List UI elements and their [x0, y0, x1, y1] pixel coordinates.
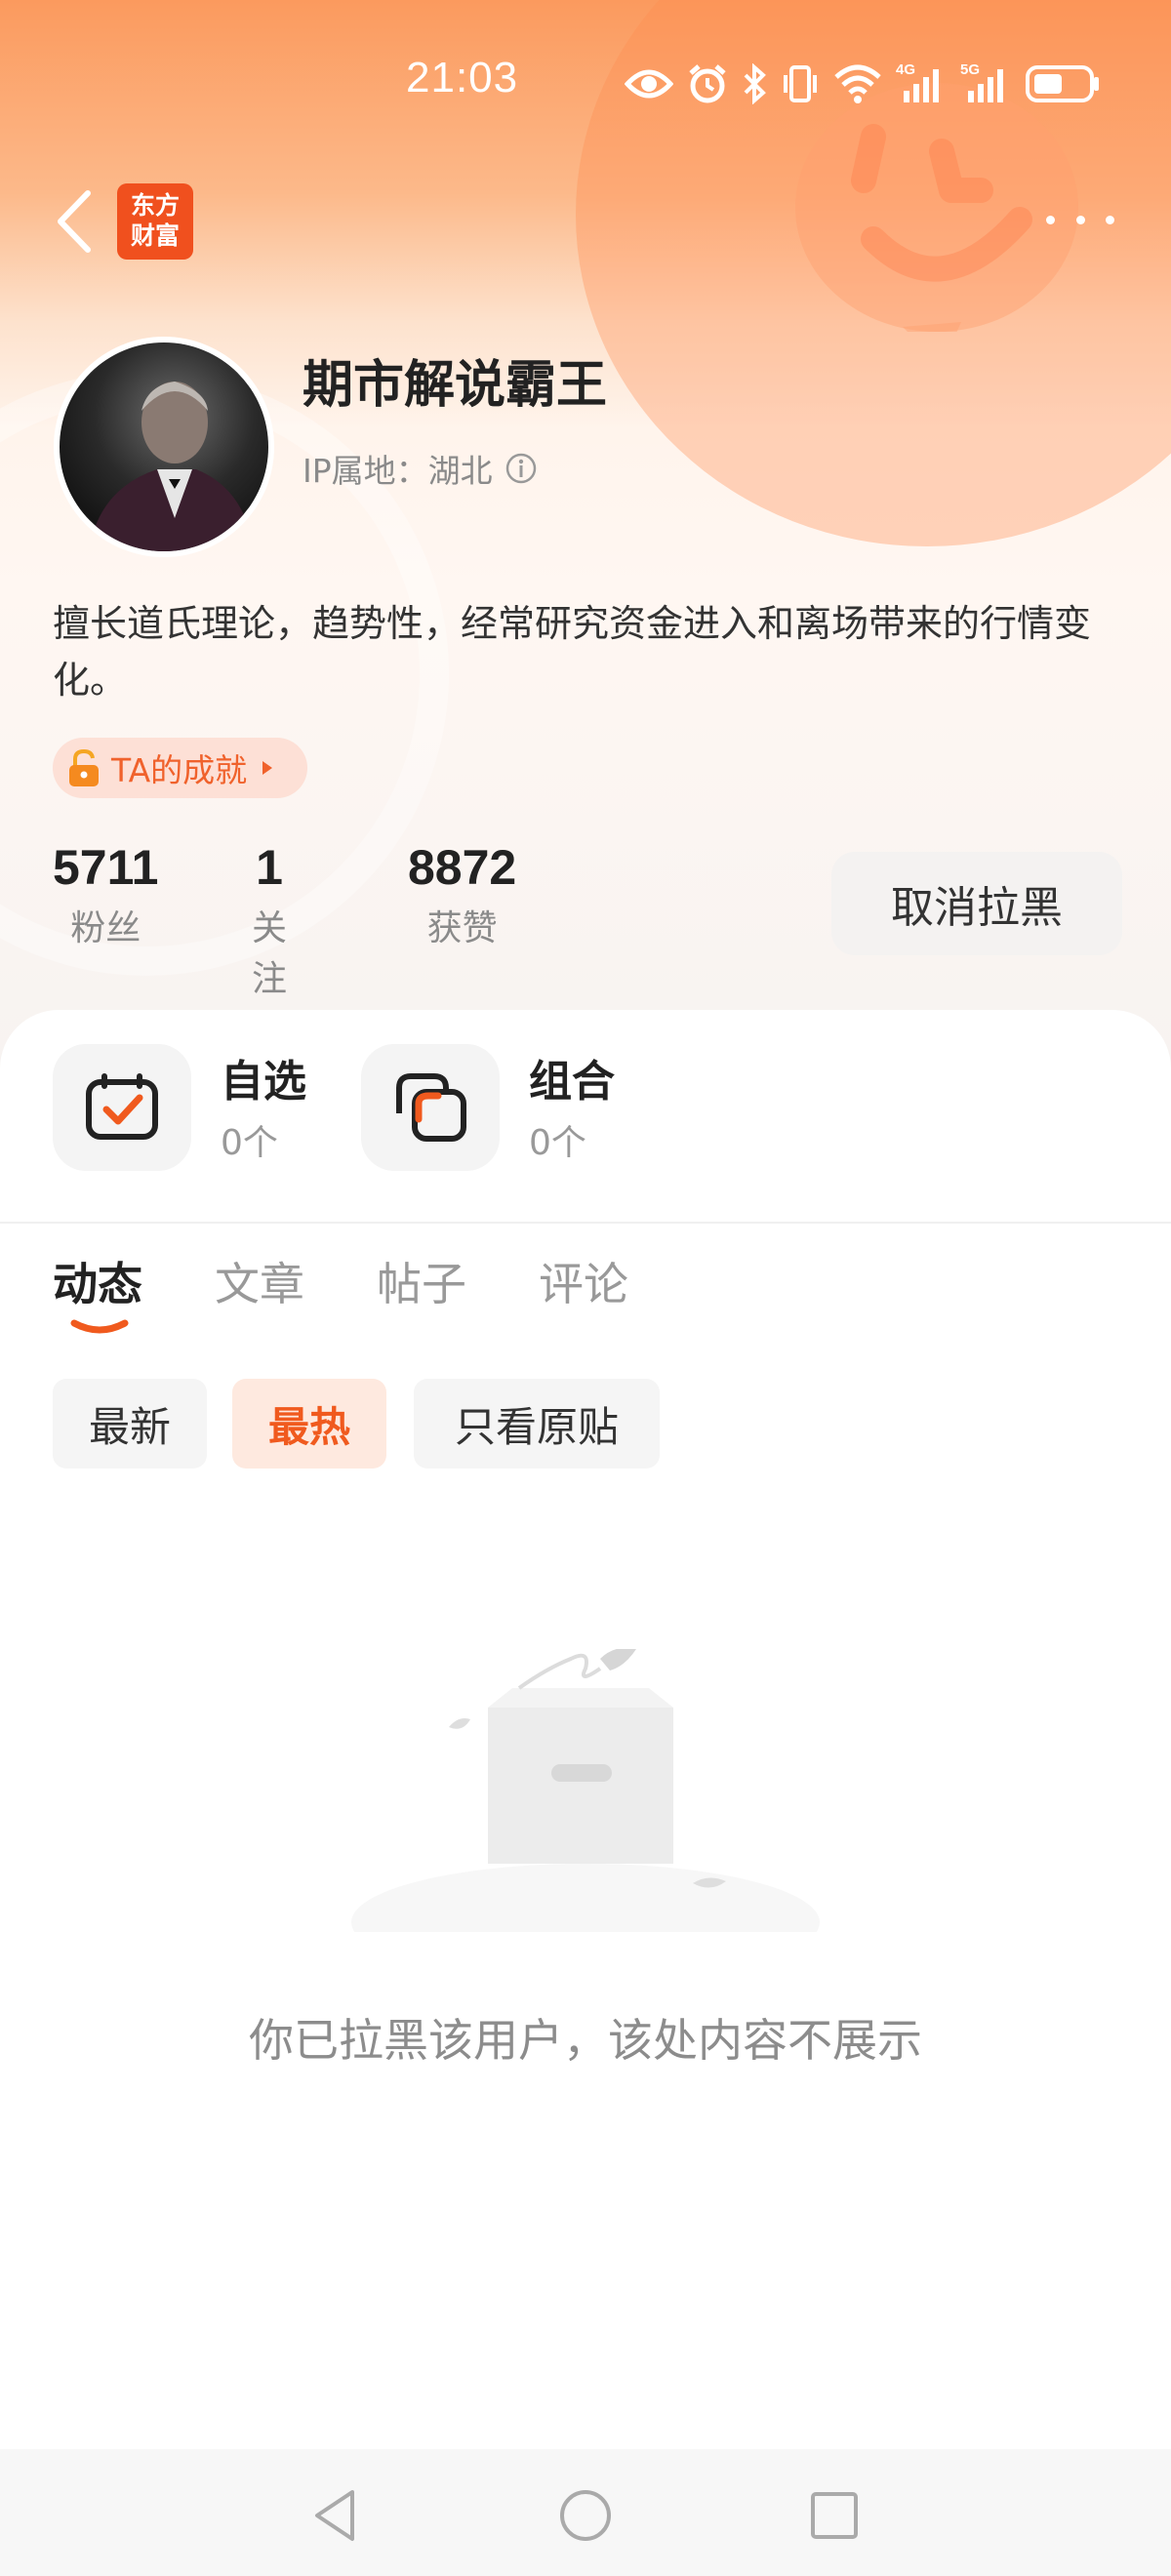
portfolio-icon — [361, 1044, 500, 1171]
triangle-right-icon — [262, 761, 273, 775]
stat-label: 粉丝 — [70, 908, 141, 948]
stat-likes[interactable]: 8872 获赞 — [408, 839, 516, 950]
net-5g-label: 5G — [960, 61, 981, 78]
battery-icon — [1026, 65, 1099, 102]
logo-text-line2: 财富 — [130, 221, 180, 250]
portfolio-title: 组合 — [529, 1057, 615, 1107]
app-logo: 东方 财富 — [117, 183, 193, 260]
status-icons: 4G 5G — [625, 60, 1103, 108]
logo-text-line1: 东方 — [130, 191, 180, 220]
unblock-button[interactable]: 取消拉黑 — [831, 852, 1122, 955]
filter-hottest[interactable]: 最热 — [232, 1379, 386, 1469]
watchlist-entry[interactable]: 自选 0个 — [53, 1044, 345, 1181]
stat-value: 5711 — [53, 840, 159, 895]
empty-state-message: 你已拉黑该用户，该处内容不展示 — [249, 2014, 922, 2067]
user-bio: 擅长道氏理论，趋势性，经常研究资金进入和离场带来的行情变化。 — [53, 602, 1092, 702]
4g-signal-icon: 4G — [896, 61, 947, 104]
empty-box-icon — [351, 1649, 820, 1932]
stat-followers[interactable]: 5711 粉丝 — [53, 839, 158, 950]
filter-latest[interactable]: 最新 — [53, 1379, 207, 1469]
eye-icon — [625, 69, 673, 99]
stat-label: 获赞 — [426, 908, 498, 948]
system-nav-bar — [0, 2449, 1171, 2576]
tab-active-indicator — [70, 1319, 129, 1334]
stat-label: 关注 — [252, 908, 288, 999]
ip-location-text: IP属地：湖北 — [303, 452, 493, 490]
watchlist-check-icon — [53, 1044, 191, 1171]
achievement-button[interactable]: TA的成就 — [53, 738, 308, 798]
tab-posts[interactable]: 帖子 — [377, 1249, 466, 1313]
home-circle-icon[interactable] — [556, 2486, 615, 2545]
recents-square-icon[interactable] — [805, 2486, 864, 2545]
lock-icon — [69, 748, 99, 786]
stat-following[interactable]: 1 关注 — [252, 839, 287, 1001]
more-dots-icon[interactable] — [1046, 205, 1114, 234]
tab-comments[interactable]: 评论 — [539, 1249, 628, 1313]
status-time: 21:03 — [406, 54, 519, 101]
stat-value: 1 — [256, 840, 283, 895]
status-bar: 21:03 4G 5G — [0, 54, 1171, 122]
portfolio-count: 0个 — [529, 1123, 586, 1163]
ip-location: IP属地：湖北 — [303, 445, 538, 492]
avatar-portrait — [89, 382, 255, 551]
user-name: 期市解说霸王 — [303, 356, 608, 415]
wifi-icon — [834, 64, 881, 103]
alarm-icon — [689, 64, 726, 103]
achievement-label: TA的成就 — [111, 751, 248, 789]
bluetooth-icon — [744, 63, 766, 104]
portfolio-entry[interactable]: 组合 0个 — [361, 1044, 654, 1181]
5g-signal-icon: 5G — [960, 61, 1011, 104]
info-icon[interactable] — [505, 452, 538, 485]
stat-value: 8872 — [408, 840, 517, 895]
tab-dynamics[interactable]: 动态 — [53, 1249, 142, 1313]
chevron-left-icon[interactable] — [49, 185, 98, 258]
filter-original-only[interactable]: 只看原贴 — [414, 1379, 660, 1469]
tab-articles[interactable]: 文章 — [215, 1249, 304, 1313]
back-triangle-icon[interactable] — [307, 2486, 366, 2545]
vibrate-icon — [784, 65, 817, 102]
watchlist-count: 0个 — [221, 1123, 278, 1163]
net-4g-label: 4G — [896, 61, 916, 78]
section-divider — [0, 1222, 1171, 1224]
watchlist-title: 自选 — [221, 1057, 306, 1107]
avatar[interactable] — [54, 337, 274, 557]
